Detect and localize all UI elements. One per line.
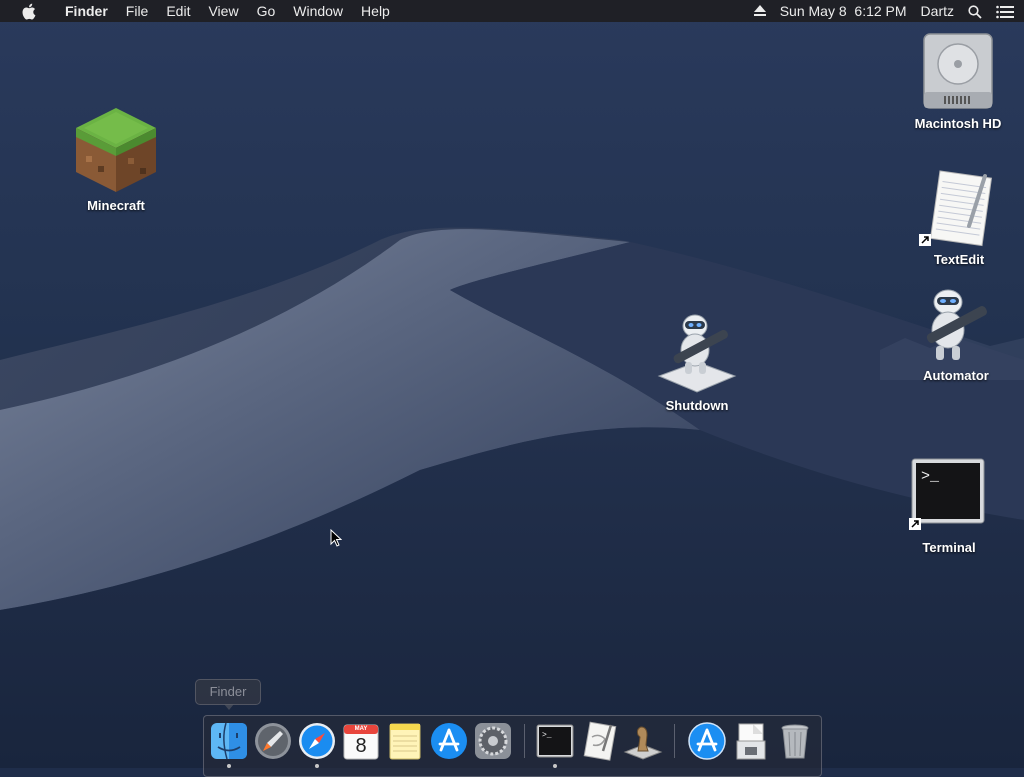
- svg-text:>_: >_: [542, 731, 552, 740]
- dock-item-safari[interactable]: [297, 721, 337, 761]
- dock-item-notes[interactable]: [385, 721, 425, 761]
- eject-icon[interactable]: [753, 5, 766, 16]
- trash-icon: [781, 724, 809, 759]
- dock-item-script-editor[interactable]: [579, 721, 619, 761]
- dock-item-app-store[interactable]: [429, 721, 469, 761]
- desktop-icon-label: Terminal: [922, 540, 976, 555]
- desktop-icon-label: Shutdown: [665, 398, 729, 413]
- menu-edit[interactable]: Edit: [157, 0, 199, 22]
- terminal-icon: >_: [911, 458, 985, 524]
- app-store-icon: [431, 723, 467, 759]
- desktop-icon-terminal[interactable]: >_ Terminal: [889, 458, 1009, 555]
- dock-tooltip-tail: [224, 704, 234, 710]
- textedit-icon: [929, 170, 993, 247]
- dock-item-system-preferences[interactable]: [473, 721, 513, 761]
- apple-icon[interactable]: [0, 0, 56, 22]
- script-editor-icon: [583, 721, 617, 761]
- running-indicator: [227, 764, 231, 768]
- svg-text:>_: >_: [921, 468, 940, 485]
- menu-file[interactable]: File: [117, 0, 158, 22]
- dock-tooltip: Finder: [195, 679, 261, 710]
- desktop-icon-shutdown[interactable]: Shutdown: [637, 312, 757, 413]
- notification-center-icon[interactable]: [996, 0, 1014, 22]
- applications-folder-icon: [688, 722, 726, 760]
- dock-item-chess[interactable]: [623, 721, 663, 761]
- menu-view[interactable]: View: [199, 0, 247, 22]
- finder-icon: [211, 722, 247, 760]
- dock-separator: [524, 724, 525, 758]
- system-preferences-icon: [475, 723, 511, 759]
- alias-arrow-icon: [919, 234, 931, 246]
- desktop-icon-macintosh-hd[interactable]: Macintosh HD: [898, 30, 1018, 131]
- dock-item-documents[interactable]: [731, 721, 771, 761]
- desktop-icon-label: Macintosh HD: [914, 116, 1002, 131]
- menu-go[interactable]: Go: [248, 0, 285, 22]
- dock-separator: [674, 724, 675, 758]
- hard-drive-icon: [923, 33, 993, 109]
- terminal-icon: >_: [536, 724, 574, 758]
- dock-item-finder[interactable]: [209, 721, 249, 761]
- minecraft-grass-block-icon: [76, 108, 156, 192]
- alias-arrow-icon: [909, 518, 921, 530]
- automator-robot-icon: [926, 289, 987, 360]
- dock-item-trash[interactable]: [775, 721, 815, 761]
- running-indicator: [315, 764, 319, 768]
- documents-stack-icon: [736, 723, 766, 760]
- calendar-day: 8: [355, 735, 367, 757]
- dock-tooltip-label: Finder: [209, 684, 247, 699]
- dock-item-terminal[interactable]: >_: [535, 721, 575, 761]
- menu-help[interactable]: Help: [352, 0, 399, 22]
- menu-app-finder[interactable]: Finder: [56, 0, 117, 22]
- safari-icon: [299, 723, 335, 759]
- desktop-icon-label: Automator: [923, 368, 989, 383]
- clock[interactable]: Sun May 8 6:12 PM: [780, 0, 907, 22]
- menu-bar: Finder File Edit View Go Window Help Sun…: [0, 0, 1024, 22]
- mouse-cursor-icon: [330, 529, 342, 547]
- menubar-status-area: Sun May 8 6:12 PM Dartz: [740, 0, 1024, 22]
- dock-item-calendar[interactable]: MAY 8: [341, 721, 381, 761]
- desktop-icon-label: TextEdit: [933, 252, 985, 267]
- chess-icon: [623, 726, 663, 760]
- calendar-month: MAY: [354, 726, 368, 732]
- spotlight-search-icon[interactable]: [968, 0, 982, 22]
- desktop-icon-minecraft[interactable]: Minecraft: [56, 106, 176, 213]
- launchpad-icon: [255, 723, 291, 759]
- menu-window[interactable]: Window: [284, 0, 352, 22]
- notes-icon: [389, 723, 421, 760]
- dock-item-launchpad[interactable]: [253, 721, 293, 761]
- desktop-icon-automator[interactable]: Automator: [896, 284, 1016, 383]
- automator-workflow-icon: [657, 314, 737, 393]
- user-name[interactable]: Dartz: [921, 0, 954, 22]
- running-indicator: [553, 764, 557, 768]
- dock-item-applications[interactable]: [687, 721, 727, 761]
- desktop-icon-label: Minecraft: [87, 198, 145, 213]
- desktop-icon-textedit[interactable]: TextEdit: [899, 170, 1019, 267]
